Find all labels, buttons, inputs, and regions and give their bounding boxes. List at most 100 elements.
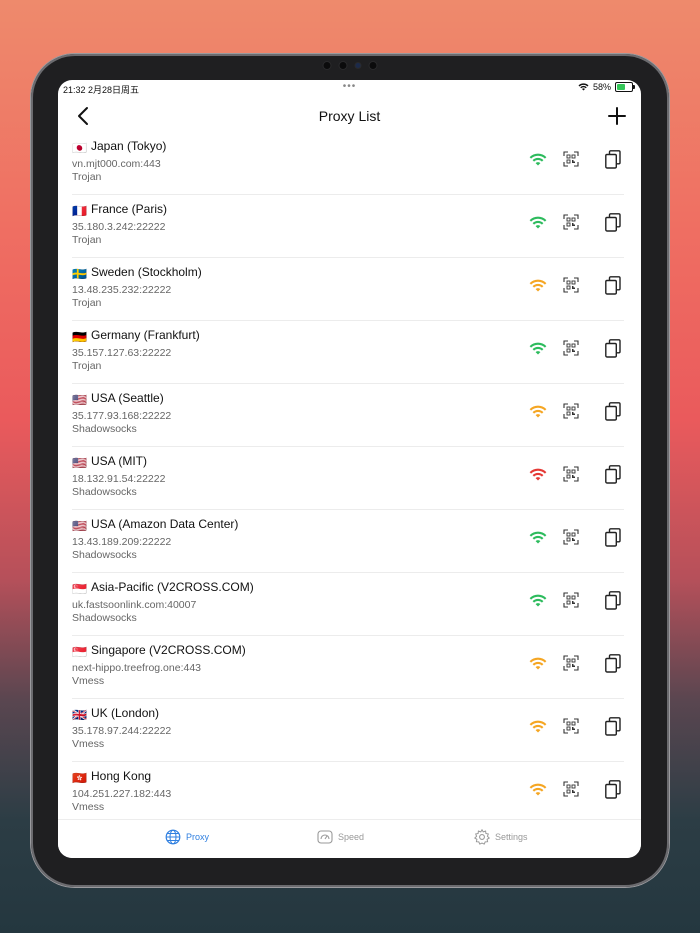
add-proxy-button[interactable] bbox=[605, 104, 629, 128]
proxy-name: Hong Kong bbox=[91, 769, 152, 783]
copy-button[interactable] bbox=[605, 150, 621, 169]
navigation-bar: Proxy List bbox=[58, 96, 641, 136]
signal-strength-icon bbox=[529, 153, 547, 166]
qr-code-button[interactable] bbox=[563, 655, 579, 671]
proxy-row[interactable]: 🇸🇬 Singapore (V2CROSS.COM) next-hippo.tree… bbox=[58, 636, 641, 699]
proxy-row[interactable]: 🇬🇧 UK (London) 35.178.97.244:22222 Vmess bbox=[58, 699, 641, 762]
country-flag-icon: 🇩🇪 bbox=[72, 330, 87, 344]
qr-code-button[interactable] bbox=[563, 277, 579, 293]
signal-strength-icon bbox=[529, 279, 547, 292]
app-screen: 21:32 2月28日周五 ••• 58% Proxy List 🇯🇵 Japa… bbox=[58, 80, 641, 858]
proxy-row[interactable]: 🇩🇪 Germany (Frankfurt) 35.157.127.63:22222… bbox=[58, 321, 641, 384]
qr-code-button[interactable] bbox=[563, 214, 579, 230]
signal-strength-icon bbox=[529, 468, 547, 481]
plus-icon bbox=[608, 107, 626, 125]
proxy-name: Asia-Pacific (V2CROSS.COM) bbox=[91, 580, 254, 594]
proxy-address: next-hippo.treefrog.one:443 bbox=[72, 662, 202, 674]
proxy-row[interactable]: 🇸🇪 Sweden (Stockholm) 13.48.235.232:22222 T… bbox=[58, 258, 641, 321]
proxy-row[interactable]: 🇯🇵 Japan (Tokyo) vn.mjt000.com:443 Trojan bbox=[58, 132, 641, 195]
proxy-address: 35.178.97.244:22222 bbox=[72, 725, 172, 737]
copy-button[interactable] bbox=[605, 465, 621, 484]
signal-strength-icon bbox=[529, 342, 547, 355]
proxy-name: UK (London) bbox=[91, 706, 160, 720]
country-flag-icon: 🇬🇧 bbox=[72, 708, 87, 722]
tab-proxy-label: Proxy bbox=[186, 832, 210, 842]
proxy-address: 18.132.91.54:22222 bbox=[72, 473, 166, 485]
page-title: Proxy List bbox=[318, 108, 381, 124]
status-bar: 21:32 2月28日周五 ••• 58% bbox=[58, 80, 641, 96]
proxy-list: 🇯🇵 Japan (Tokyo) vn.mjt000.com:443 Trojan 🇫🇷… bbox=[58, 132, 641, 825]
proxy-name: Sweden (Stockholm) bbox=[91, 265, 202, 279]
qr-code-button[interactable] bbox=[563, 151, 579, 167]
proxy-protocol: Trojan bbox=[72, 360, 102, 372]
copy-button[interactable] bbox=[605, 339, 621, 358]
country-flag-icon: 🇸🇬 bbox=[72, 582, 87, 596]
copy-button[interactable] bbox=[605, 780, 621, 799]
proxy-row[interactable]: 🇺🇸 USA (Seattle) 35.177.93.168:22222 Shadow… bbox=[58, 384, 641, 447]
proxy-row[interactable]: 🇺🇸 USA (MIT) 18.132.91.54:22222 Shadowsocks bbox=[58, 447, 641, 510]
proxy-protocol: Vmess bbox=[72, 801, 105, 813]
sensor-dot bbox=[323, 62, 331, 69]
qr-code-button[interactable] bbox=[563, 718, 579, 734]
proxy-address: 13.43.189.209:22222 bbox=[72, 536, 172, 548]
proxy-name: USA (Seattle) bbox=[91, 391, 164, 405]
copy-button[interactable] bbox=[605, 528, 621, 547]
sensor-dot bbox=[369, 62, 377, 69]
status-indicators: 58% bbox=[578, 82, 635, 92]
copy-button[interactable] bbox=[605, 654, 621, 673]
tab-settings[interactable]: Settings bbox=[474, 829, 528, 845]
country-flag-icon: 🇭🇰 bbox=[72, 771, 87, 785]
wifi-status-icon bbox=[578, 83, 589, 91]
proxy-name: Japan (Tokyo) bbox=[91, 139, 167, 153]
proxy-address: uk.fastsoonlink.com:40007 bbox=[72, 599, 197, 611]
qr-code-button[interactable] bbox=[563, 592, 579, 608]
copy-button[interactable] bbox=[605, 276, 621, 295]
proxy-address: 13.48.235.232:22222 bbox=[72, 284, 172, 296]
country-flag-icon: 🇸🇪 bbox=[72, 267, 87, 281]
gear-icon bbox=[474, 829, 490, 845]
copy-button[interactable] bbox=[605, 591, 621, 610]
signal-strength-icon bbox=[529, 405, 547, 418]
proxy-row[interactable]: 🇭🇰 Hong Kong 104.251.227.182:443 Vmess bbox=[58, 762, 641, 825]
proxy-row[interactable]: 🇸🇬 Asia-Pacific (V2CROSS.COM) uk.fastsoonl… bbox=[58, 573, 641, 636]
signal-strength-icon bbox=[529, 594, 547, 607]
qr-code-button[interactable] bbox=[563, 529, 579, 545]
signal-strength-icon bbox=[529, 216, 547, 229]
proxy-protocol: Vmess bbox=[72, 738, 105, 750]
tab-speed[interactable]: Speed bbox=[317, 829, 364, 845]
qr-code-button[interactable] bbox=[563, 781, 579, 797]
globe-icon bbox=[165, 829, 181, 845]
copy-button[interactable] bbox=[605, 402, 621, 421]
proxy-protocol: Trojan bbox=[72, 171, 102, 183]
country-flag-icon: 🇸🇬 bbox=[72, 645, 87, 659]
copy-button[interactable] bbox=[605, 213, 621, 232]
ipad-frame: 21:32 2月28日周五 ••• 58% Proxy List 🇯🇵 Japa… bbox=[31, 54, 669, 887]
qr-code-button[interactable] bbox=[563, 340, 579, 356]
battery-icon bbox=[615, 82, 635, 92]
proxy-row[interactable]: 🇫🇷 France (Paris) 35.180.3.242:22222 Trojan bbox=[58, 195, 641, 258]
signal-strength-icon bbox=[529, 720, 547, 733]
proxy-name: USA (Amazon Data Center) bbox=[91, 517, 239, 531]
tab-bar: Proxy Speed Settings bbox=[58, 819, 641, 858]
tab-proxy[interactable]: Proxy bbox=[165, 829, 209, 845]
proxy-protocol: Trojan bbox=[72, 297, 102, 309]
proxy-address: vn.mjt000.com:443 bbox=[72, 158, 161, 170]
tab-settings-label: Settings bbox=[495, 832, 528, 842]
multitasking-dots[interactable]: ••• bbox=[343, 81, 357, 92]
country-flag-icon: 🇺🇸 bbox=[72, 393, 87, 407]
country-flag-icon: 🇺🇸 bbox=[72, 519, 87, 533]
qr-code-button[interactable] bbox=[563, 403, 579, 419]
proxy-row[interactable]: 🇺🇸 USA (Amazon Data Center) 13.43.189.209:… bbox=[58, 510, 641, 573]
country-flag-icon: 🇯🇵 bbox=[72, 141, 87, 155]
proxy-protocol: Shadowsocks bbox=[72, 612, 137, 624]
battery-level bbox=[617, 84, 625, 90]
proxy-protocol: Vmess bbox=[72, 675, 105, 687]
qr-code-button[interactable] bbox=[563, 466, 579, 482]
proxy-protocol: Shadowsocks bbox=[72, 423, 137, 435]
copy-button[interactable] bbox=[605, 717, 621, 736]
proxy-name: France (Paris) bbox=[91, 202, 168, 216]
proxy-name: USA (MIT) bbox=[91, 454, 147, 468]
proxy-protocol: Shadowsocks bbox=[72, 486, 137, 498]
proxy-address: 104.251.227.182:443 bbox=[72, 788, 172, 800]
signal-strength-icon bbox=[529, 657, 547, 670]
